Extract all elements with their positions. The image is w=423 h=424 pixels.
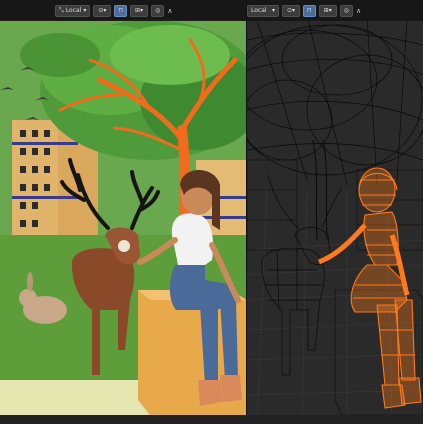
proportional-edit-toggle[interactable]: ◎ (151, 4, 165, 17)
snap-target-dropdown[interactable]: ⊞ ▾ (130, 4, 149, 17)
viewport-header-right: Local ▾ ⊙ ▾ ⊓ ⊞ ▾ ◎ ∧ (247, 0, 423, 21)
falloff-curve-icon[interactable]: ∧ (356, 7, 361, 15)
chevron-down-icon: ▾ (292, 6, 296, 14)
magnet-icon: ⊓ (118, 6, 124, 14)
orientation-icon: ⤡ (59, 6, 64, 14)
pivot-point-dropdown[interactable]: ⊙ ▾ (93, 4, 112, 17)
chevron-down-icon: ▾ (271, 6, 275, 14)
proportional-edit-icon: ◎ (343, 6, 349, 14)
snap-toggle[interactable]: ⊓ (303, 4, 316, 17)
chevron-down-icon: ▾ (140, 6, 144, 14)
wireframe-viewport[interactable]: Local ▾ ⊙ ▾ ⊓ ⊞ ▾ ◎ ∧ (247, 0, 423, 424)
snap-target-dropdown[interactable]: ⊞ ▾ (318, 4, 337, 17)
viewport-header-left: ⤡ Local ▾ ⊙ ▾ ⊓ ⊞ ▾ ◎ ∧ (0, 0, 247, 21)
chevron-down-icon: ▾ (328, 6, 332, 14)
viewport-divider[interactable] (246, 0, 247, 424)
transform-orientation-dropdown[interactable]: Local ▾ (247, 4, 279, 17)
chevron-down-icon: ▾ (103, 6, 107, 14)
pivot-point-dropdown[interactable]: ⊙ ▾ (282, 4, 300, 17)
wireframe-scene (247, 0, 423, 424)
magnet-icon: ⊓ (307, 6, 312, 14)
falloff-curve-icon[interactable]: ∧ (167, 7, 172, 15)
chevron-down-icon: ▾ (83, 6, 87, 14)
bottom-strip (0, 415, 423, 424)
snap-toggle[interactable]: ⊓ (114, 4, 128, 17)
rendered-scene (0, 0, 247, 424)
proportional-edit-toggle[interactable]: ◎ (339, 4, 353, 17)
proportional-edit-icon: ◎ (155, 6, 161, 14)
rendered-viewport[interactable]: ⤡ Local ▾ ⊙ ▾ ⊓ ⊞ ▾ ◎ ∧ (0, 0, 247, 424)
3d-editor: ⤡ Local ▾ ⊙ ▾ ⊓ ⊞ ▾ ◎ ∧ Local ▾ ⊙ ▾ ⊓ ⊞ … (0, 0, 423, 424)
transform-orientation-dropdown[interactable]: ⤡ Local ▾ (55, 4, 91, 17)
